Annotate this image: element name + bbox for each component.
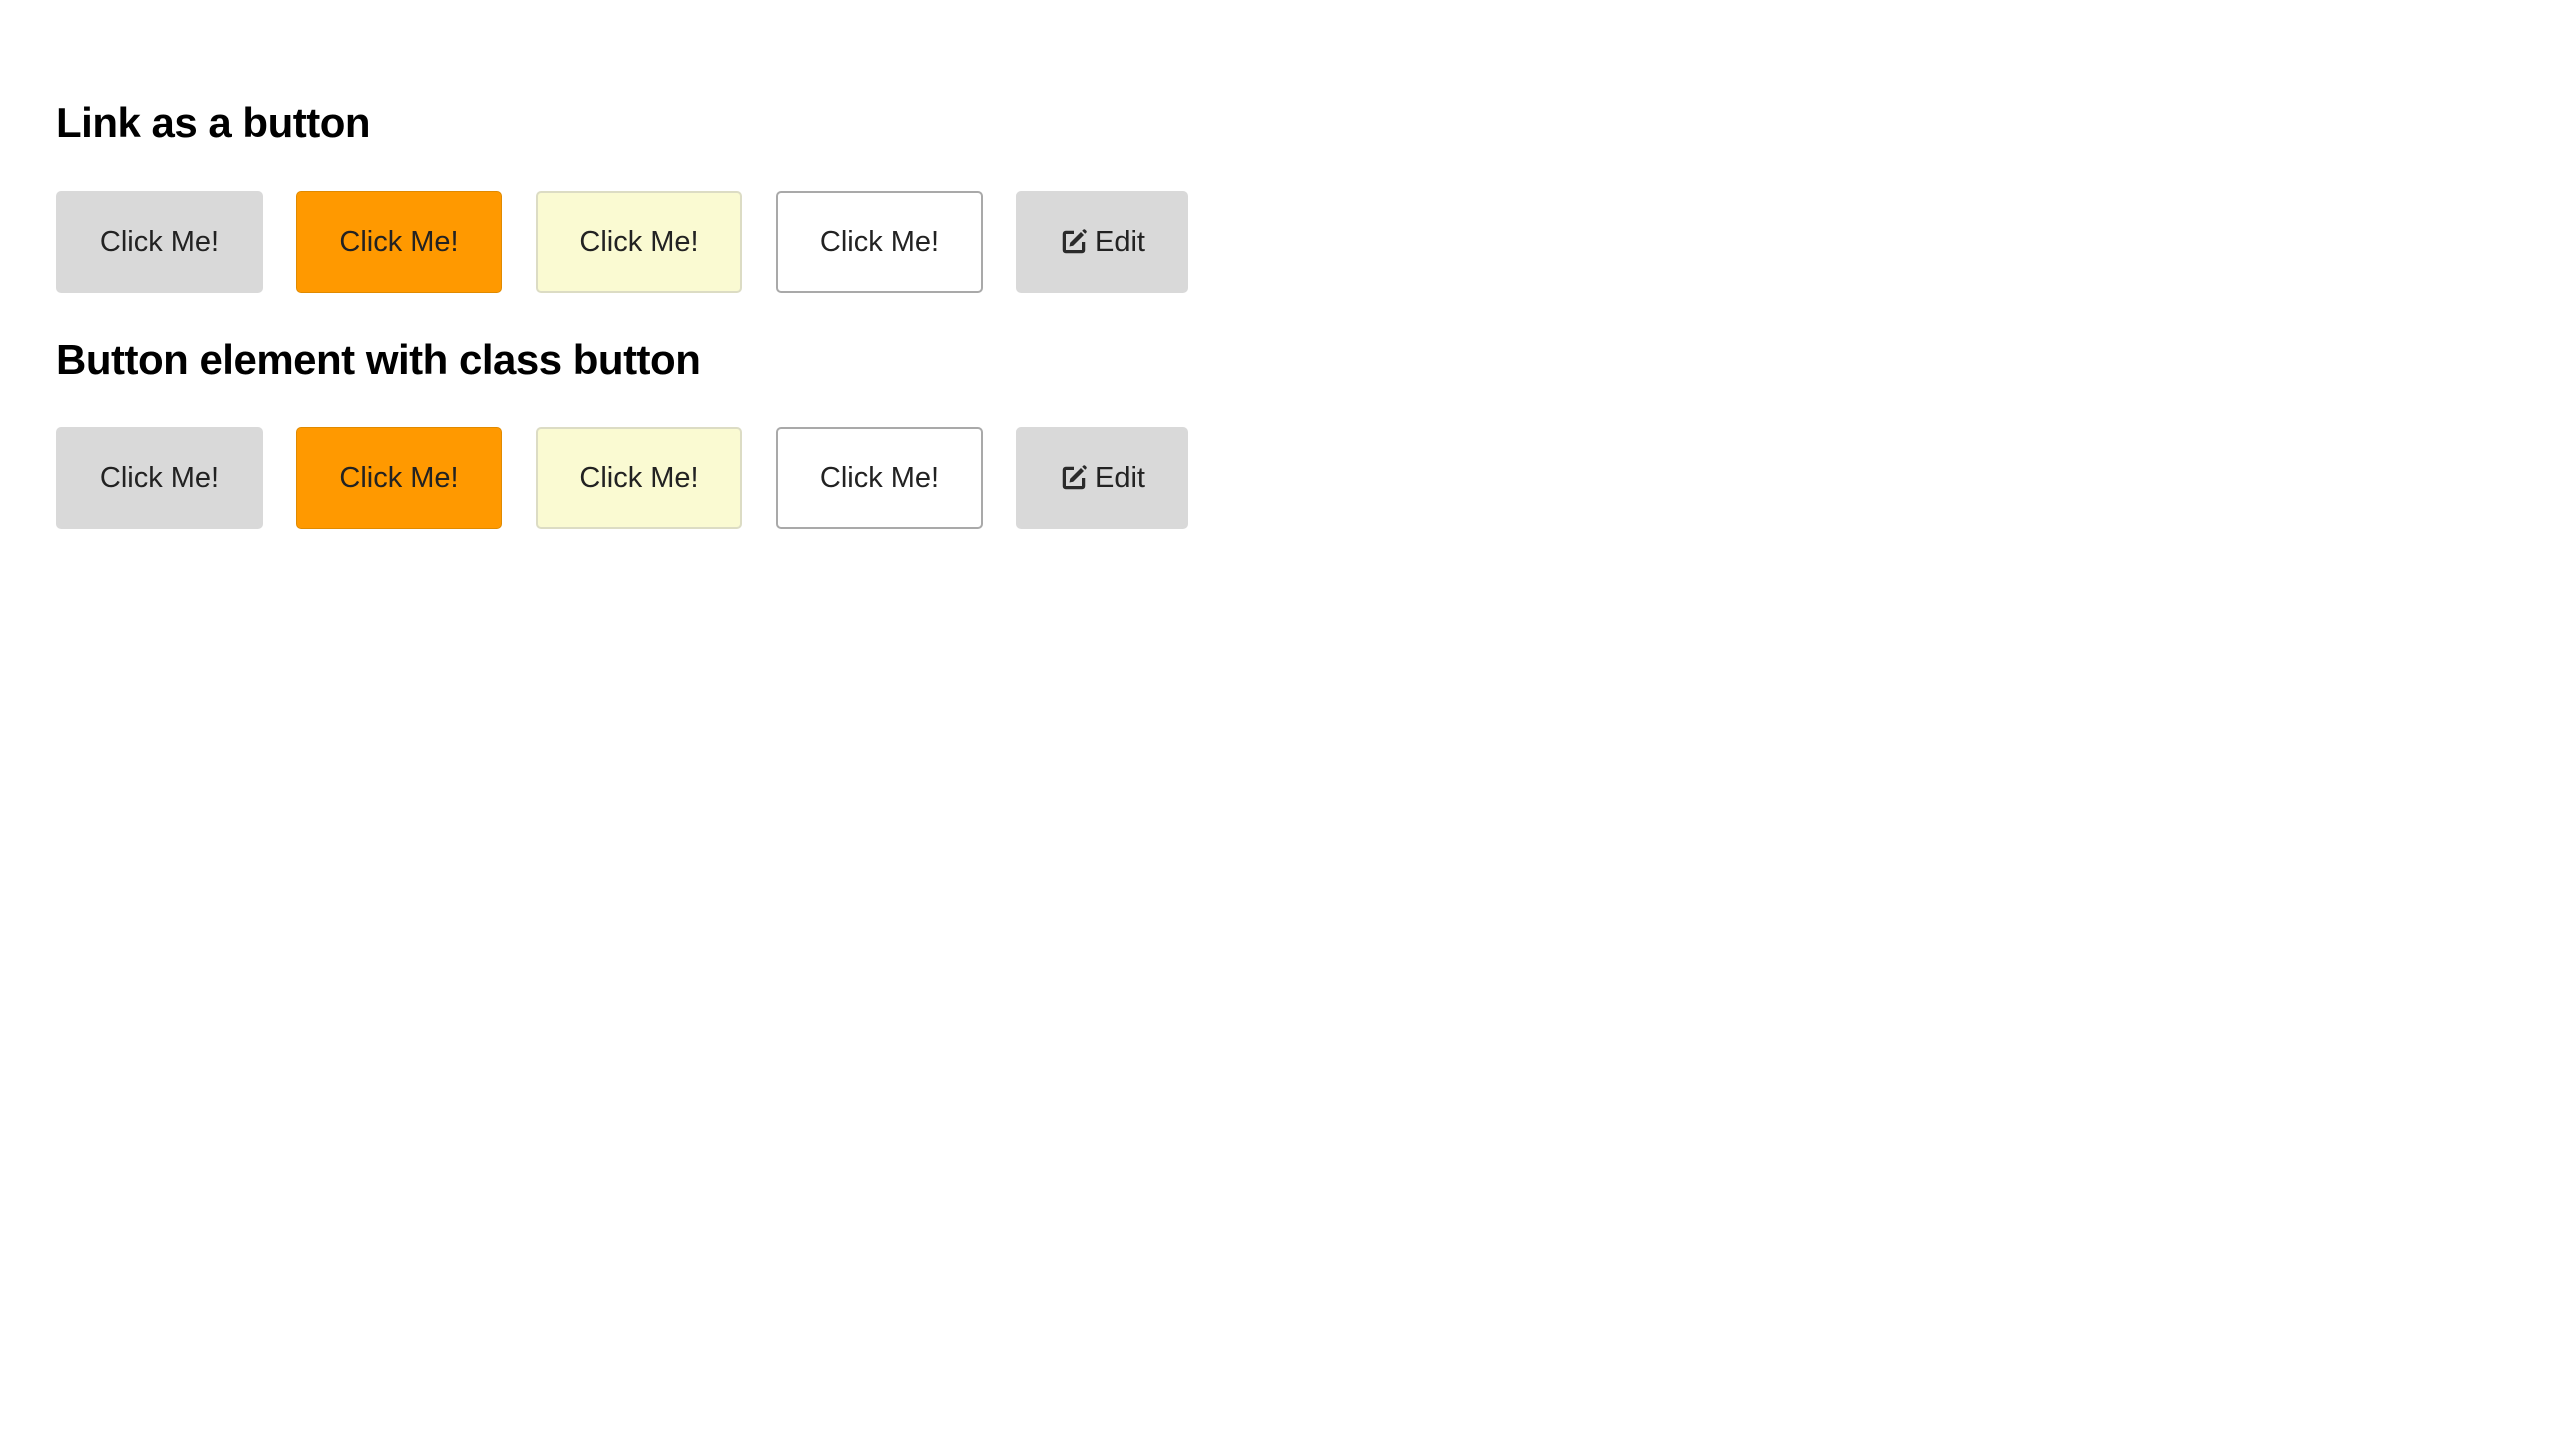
link-button-light[interactable]: Click Me! [536,191,742,293]
link-edit-button[interactable]: Edit [1016,191,1188,293]
button-label: Click Me! [579,225,699,258]
button-label: Click Me! [819,225,940,258]
button-outline[interactable]: Click Me! [776,427,983,529]
button-label: Edit [1095,461,1145,494]
section-title-link-as-button: Link as a button [56,99,371,146]
button-label: Edit [1095,225,1145,258]
button-label: Click Me! [339,461,459,494]
link-button-default[interactable]: Click Me! [56,191,263,293]
button-label: Click Me! [99,461,220,494]
button-primary[interactable]: Click Me! [296,427,502,529]
edit-button[interactable]: Edit [1016,427,1188,529]
button-default[interactable]: Click Me! [56,427,263,529]
edit-icon [1059,463,1089,493]
link-button-outline[interactable]: Click Me! [776,191,983,293]
button-light[interactable]: Click Me! [536,427,742,529]
link-button-primary[interactable]: Click Me! [296,191,502,293]
section-title-button-element: Button element with class button [56,336,701,383]
button-label: Click Me! [99,225,220,258]
page: Link as a button Click Me! Click Me! Cli… [0,0,2560,1440]
edit-icon [1059,227,1089,257]
button-label: Click Me! [339,225,459,258]
button-label: Click Me! [579,461,699,494]
button-label: Click Me! [819,461,940,494]
